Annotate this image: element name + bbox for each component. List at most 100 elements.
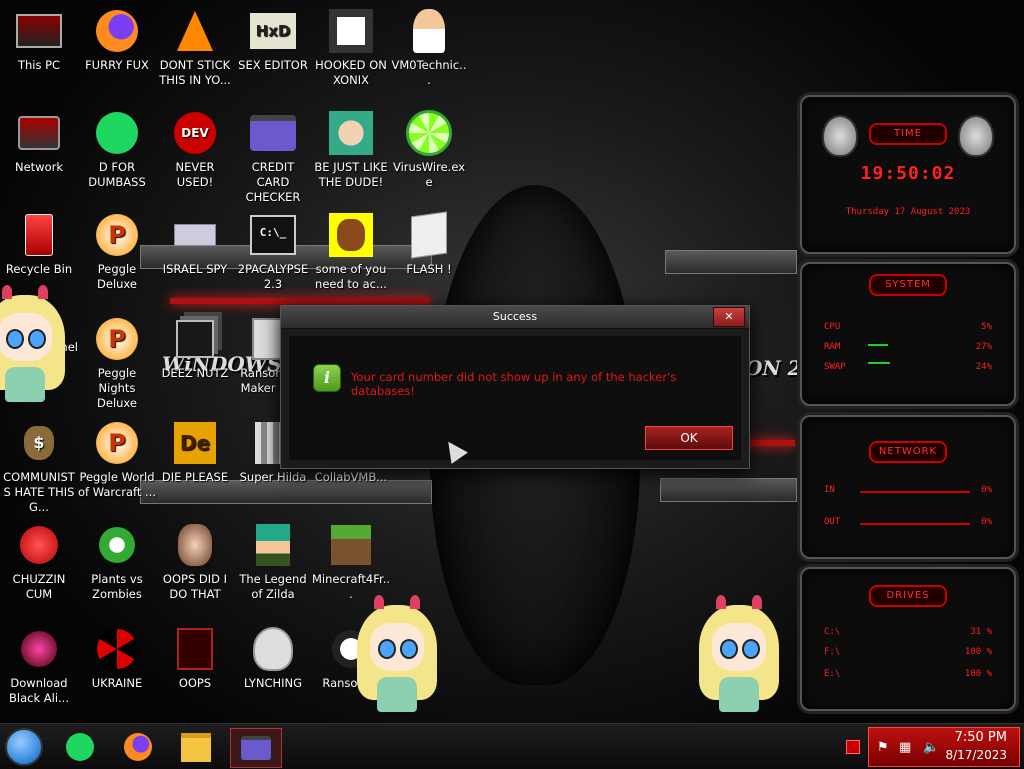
desktop-icon-deez-nutz[interactable]: DEEZ NUTZ (156, 316, 234, 381)
desktop-icon-die-please[interactable]: De DIE PLEASE (156, 420, 234, 485)
recycle-bin-icon (16, 212, 62, 258)
start-orb-icon (5, 728, 43, 766)
peggle-icon: P (94, 212, 140, 258)
time-gadget: TIME 19:50:02 Thursday 17 August 2023 (800, 95, 1016, 254)
firefox-icon (94, 8, 140, 54)
credit-card-icon (250, 110, 296, 156)
time-gadget-header: TIME (869, 123, 947, 145)
desktop-icon-dont-stick[interactable]: DONT STICK THIS IN YO... (156, 8, 234, 88)
start-button[interactable] (4, 728, 44, 766)
portrait-icon (172, 522, 218, 568)
taskbar-firefox[interactable] (118, 728, 158, 766)
xonix-icon (328, 8, 374, 54)
terminal-icon: C:\_ (250, 212, 296, 258)
network-status-icon[interactable]: ▦ (899, 740, 911, 755)
desktop-icon-pvz[interactable]: Plants vs Zombies (78, 522, 156, 602)
close-button[interactable]: ✕ (713, 307, 745, 327)
file-explorer-icon (181, 732, 211, 762)
money-bag-icon: $ (16, 420, 62, 466)
desktop-icon-lynching[interactable]: LYNCHING (234, 626, 312, 691)
dialog-message: Your card number did not show up in any … (351, 370, 677, 398)
desktop-icon-ukraine[interactable]: UKRAINE (78, 626, 156, 691)
network-out-graph (860, 523, 970, 525)
firefox-icon (124, 733, 152, 761)
star-character-decoration (0, 285, 70, 405)
link-icon (250, 522, 296, 568)
stack-icon (172, 316, 218, 362)
notification-flag-icon[interactable] (846, 740, 860, 754)
monitor-icon (16, 8, 62, 54)
ok-button[interactable]: OK (645, 426, 733, 450)
flag-icon[interactable]: ⚑ (877, 740, 889, 755)
taskbar-spotify[interactable] (60, 728, 100, 766)
desktop-icon-this-pc[interactable]: This PC (0, 8, 78, 73)
taskbar-file-explorer[interactable] (176, 728, 216, 766)
wallpaper-bar (665, 250, 797, 274)
drives-gadget-header: DRIVES (869, 585, 947, 607)
close-icon: ✕ (724, 310, 734, 323)
desktop-icon-hooked-on-xonix[interactable]: HOOKED ON XONIX (312, 8, 390, 88)
system-tray: ⚑ ▦ 🔈 7:50 PM 8/17/2023 (868, 727, 1020, 767)
time-gadget-clock: 19:50:02 (860, 163, 956, 184)
flash-icon (406, 211, 452, 259)
credit-card-app-icon (241, 736, 271, 760)
taskbar: ⚑ ▦ 🔈 7:50 PM 8/17/2023 (0, 723, 1024, 769)
taskbar-credit-card-app[interactable] (230, 728, 282, 768)
info-icon: i (313, 364, 341, 392)
desktop-icon-peggle-deluxe[interactable]: P Peggle Deluxe (78, 212, 156, 292)
peggle-icon: P (94, 316, 140, 362)
taskbar-clock-time[interactable]: 7:50 PM (955, 730, 1007, 745)
plant-icon (94, 522, 140, 568)
network-icon (16, 110, 62, 156)
desktop-icon-some-of-you[interactable]: some of you need to ac... (312, 212, 390, 292)
vlc-cone-icon (172, 8, 218, 54)
desktop-icon-2pacalypse[interactable]: C:\_ 2PACALYPSE 2.3 (234, 212, 312, 292)
network-in-graph (860, 491, 970, 493)
desktop-icon-israel-spy[interactable]: ISRAEL SPY (156, 212, 234, 277)
volume-icon[interactable]: 🔈 (923, 740, 939, 755)
desktop-icon-black-alien[interactable]: Download Black Ali... (0, 626, 78, 706)
success-dialog: Success ✕ i Your card number did not sho… (280, 305, 750, 469)
chuzzle-icon (16, 522, 62, 568)
desktop-icon-network[interactable]: Network (0, 110, 78, 175)
taskbar-clock-date[interactable]: 8/17/2023 (945, 748, 1007, 762)
shield-icon (250, 626, 296, 672)
wallpaper-red-glow (170, 298, 430, 304)
devcpp-icon: DEV (172, 110, 218, 156)
desktop-icon-flash[interactable]: FLASH ! (390, 211, 468, 277)
desktop-icon-oops-did-i[interactable]: OOPS DID I DO THAT (156, 522, 234, 602)
desktop-icon-minecraft[interactable]: Minecraft4Fr... (312, 522, 390, 602)
spotify-icon (94, 110, 140, 156)
swap-graph (868, 362, 890, 364)
system-gadget: SYSTEM CPU 5% RAM 27% SWAP 24% (800, 262, 1016, 406)
desktop-icon-credit-card-checker[interactable]: CREDIT CARD CHECKER (234, 110, 312, 205)
desktop-icon-d-for-dumbass[interactable]: D FOR DUMBASS (78, 110, 156, 190)
desktop-icon-vm0technic[interactable]: VM0Technic... (390, 8, 468, 88)
desktop-icon-recycle-bin[interactable]: Recycle Bin (0, 212, 78, 277)
dialog-titlebar[interactable]: Success ✕ (281, 306, 749, 329)
desktop-icon-zilda[interactable]: The Legend of Zilda (234, 522, 312, 602)
alien-head-icon (822, 115, 858, 157)
desktop-icon-furry-fux[interactable]: FURRY FUX (78, 8, 156, 73)
time-gadget-date: Thursday 17 August 2023 (845, 207, 971, 217)
spotify-icon (66, 733, 94, 761)
desktop-icon-chuzzin[interactable]: CHUZZIN CUM (0, 522, 78, 602)
wallpaper-bar (660, 478, 797, 502)
desktop-icon-be-just-like[interactable]: BE JUST LIKE THE DUDE! (312, 110, 390, 190)
desktop-icon-peggle-nights[interactable]: P Peggle Nights Deluxe (78, 316, 156, 411)
desktop-icon-communists[interactable]: $ COMMUNISTS HATE THIS G... (0, 420, 78, 515)
oops-icon (172, 626, 218, 672)
spy-icon (172, 212, 218, 258)
desktop-icon-never-used[interactable]: DEV NEVER USED! (156, 110, 234, 190)
star-character-decoration (694, 595, 784, 715)
doctor-icon (406, 8, 452, 54)
desktop-icon-peggle-wow[interactable]: P Peggle World of Warcraft ... (78, 420, 156, 500)
network-gadget-header: NETWORK (869, 441, 947, 463)
desktop-icon-oops[interactable]: OOPS (156, 626, 234, 691)
elf-icon (328, 110, 374, 156)
desktop-icon-sex-editor[interactable]: HxD SEX EDITOR (234, 8, 312, 73)
desktop-icon-viruswire[interactable]: VirusWire.exe (390, 110, 468, 190)
grass-block-icon (328, 522, 374, 568)
hxd-icon: HxD (250, 8, 296, 54)
peggle-icon: P (94, 420, 140, 466)
